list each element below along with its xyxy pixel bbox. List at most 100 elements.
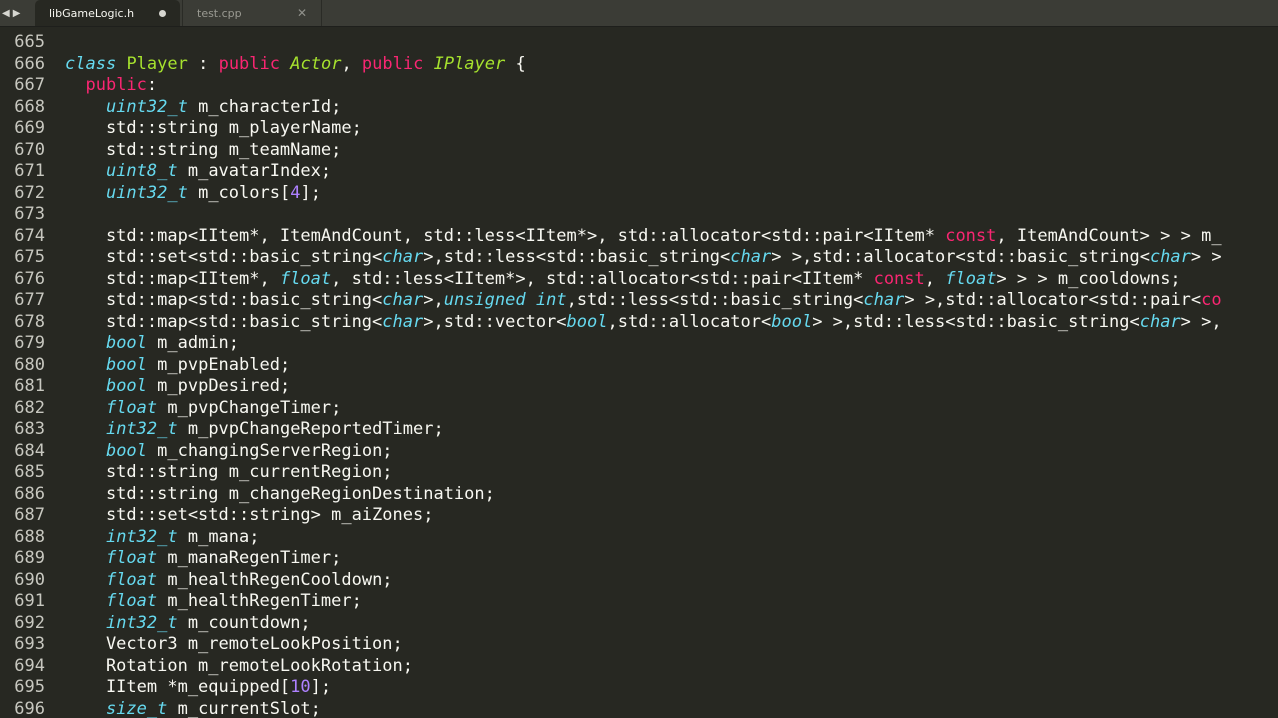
line-code: Rotation m_remoteLookRotation; <box>65 655 413 676</box>
line-number: 676 <box>14 268 45 289</box>
line-number: 689 <box>14 548 45 568</box>
line-number: 673 <box>14 204 45 224</box>
line-number: 679 <box>14 333 45 353</box>
line-number: 680 <box>14 354 45 375</box>
line-code: std::string m_teamName; <box>65 139 342 160</box>
line-code: std::map<std::basic_string<char>,unsigne… <box>65 290 1222 310</box>
code-line[interactable]: 688 int32_t m_mana; <box>0 527 1278 549</box>
code-line[interactable]: 682 float m_pvpChangeTimer; <box>0 398 1278 420</box>
line-number: 684 <box>14 440 45 461</box>
line-number: 668 <box>14 96 45 117</box>
line-code: std::set<std::basic_string<char>,std::le… <box>65 247 1222 267</box>
code-line[interactable]: 696 size_t m_currentSlot; <box>0 699 1278 718</box>
tab-close-button[interactable]: ✕ <box>297 0 307 26</box>
line-code: std::map<IItem*, float, std::less<IItem*… <box>65 268 1181 289</box>
line-number: 693 <box>14 634 45 654</box>
line-number: 687 <box>14 505 45 525</box>
code-line[interactable]: 674 std::map<IItem*, ItemAndCount, std::… <box>0 226 1278 248</box>
line-code: std::map<IItem*, ItemAndCount, std::less… <box>65 225 1222 246</box>
tab-nav: ◀ ▶ <box>0 4 28 22</box>
line-code: bool m_pvpDesired; <box>105 376 291 396</box>
tab-bar: ◀ ▶ libGameLogic.h test.cpp ✕ <box>0 0 1278 27</box>
tab-test-cpp[interactable]: test.cpp ✕ <box>182 0 322 26</box>
code-line[interactable]: 681 bool m_pvpDesired; <box>0 376 1278 398</box>
line-code: float m_healthRegenTimer; <box>105 591 362 611</box>
code-line[interactable]: 670 std::string m_teamName; <box>0 140 1278 162</box>
code-line[interactable]: 669 std::string m_playerName; <box>0 118 1278 140</box>
line-code: uint8_t m_avatarIndex; <box>105 161 332 181</box>
line-number: 696 <box>14 698 45 718</box>
line-number: 678 <box>14 311 45 332</box>
tab-label: libGameLogic.h <box>49 6 135 20</box>
code-line[interactable]: 692 int32_t m_countdown; <box>0 613 1278 635</box>
line-number: 675 <box>14 247 45 267</box>
code-line[interactable]: 686 std::string m_changeRegionDestinatio… <box>0 484 1278 506</box>
line-number: 677 <box>14 290 45 310</box>
code-line[interactable]: 690 float m_healthRegenCooldown; <box>0 570 1278 592</box>
tab-modified-indicator[interactable] <box>159 0 166 26</box>
line-code: std::string m_currentRegion; <box>65 462 393 482</box>
line-number: 690 <box>14 569 45 590</box>
code-line[interactable]: 694 Rotation m_remoteLookRotation; <box>0 656 1278 678</box>
line-code: class Player : public Actor, public IPla… <box>65 53 526 74</box>
code-line[interactable]: 667 public: <box>0 75 1278 97</box>
line-number: 665 <box>14 32 45 52</box>
line-number: 670 <box>14 139 45 160</box>
line-code: IItem *m_equipped[10]; <box>65 677 332 697</box>
line-code: bool m_pvpEnabled; <box>105 354 291 375</box>
code-line[interactable]: 678 std::map<std::basic_string<char>,std… <box>0 312 1278 334</box>
code-editor[interactable]: 664665666class Player : public Actor, pu… <box>0 26 1278 718</box>
code-line[interactable]: 676 std::map<IItem*, float, std::less<II… <box>0 269 1278 291</box>
code-line[interactable]: 685 std::string m_currentRegion; <box>0 462 1278 484</box>
line-code: public: <box>85 75 158 95</box>
code-line[interactable]: 684 bool m_changingServerRegion; <box>0 441 1278 463</box>
code-line[interactable]: 671 uint8_t m_avatarIndex; <box>0 161 1278 183</box>
line-code: bool m_changingServerRegion; <box>105 440 393 461</box>
line-code: std::string m_playerName; <box>65 118 362 138</box>
line-number: 686 <box>14 483 45 504</box>
line-number: 674 <box>14 225 45 246</box>
line-code: int32_t m_countdown; <box>105 612 311 633</box>
tab-libgamelogic[interactable]: libGameLogic.h <box>35 0 180 26</box>
line-number: 681 <box>14 376 45 396</box>
line-code: uint32_t m_colors[4]; <box>105 182 321 203</box>
triangle-right-icon[interactable]: ▶ <box>13 8 21 19</box>
line-number: 695 <box>14 677 45 697</box>
line-code: float m_healthRegenCooldown; <box>105 569 393 590</box>
line-number: 667 <box>14 75 45 95</box>
code-line[interactable]: 687 std::set<std::string> m_aiZones; <box>0 505 1278 527</box>
code-line[interactable]: 689 float m_manaRegenTimer; <box>0 548 1278 570</box>
line-code: float m_pvpChangeTimer; <box>105 397 342 418</box>
line-number: 688 <box>14 526 45 547</box>
close-icon: ✕ <box>296 6 307 20</box>
line-code: std::set<std::string> m_aiZones; <box>65 505 434 525</box>
line-code: std::map<std::basic_string<char>,std::ve… <box>65 311 1222 332</box>
line-code: uint32_t m_characterId; <box>105 96 342 117</box>
code-line[interactable]: 672 uint32_t m_colors[4]; <box>0 183 1278 205</box>
line-number: 672 <box>14 182 45 203</box>
code-line[interactable]: 665 <box>0 32 1278 54</box>
triangle-left-icon[interactable]: ◀ <box>2 8 10 19</box>
tab-label: test.cpp <box>197 6 242 20</box>
line-code: int32_t m_pvpChangeReportedTimer; <box>105 419 444 439</box>
line-code: Vector3 m_remoteLookPosition; <box>65 634 403 654</box>
code-line[interactable]: 666 class Player : public Actor, public I… <box>0 54 1278 76</box>
line-code: size_t m_currentSlot; <box>105 698 321 718</box>
code-line[interactable]: 683 int32_t m_pvpChangeReportedTimer; <box>0 419 1278 441</box>
code-line[interactable]: 691 float m_healthRegenTimer; <box>0 591 1278 613</box>
code-line[interactable]: 675 std::set<std::basic_string<char>,std… <box>0 247 1278 269</box>
line-number: 671 <box>14 161 45 181</box>
code-line[interactable]: 677 std::map<std::basic_string<char>,uns… <box>0 290 1278 312</box>
code-line[interactable]: 668 uint32_t m_characterId; <box>0 97 1278 119</box>
code-line[interactable]: 680 bool m_pvpEnabled; <box>0 355 1278 377</box>
code-line[interactable]: 679 bool m_admin; <box>0 333 1278 355</box>
line-number: 682 <box>14 397 45 418</box>
code-line[interactable]: 695 IItem *m_equipped[10]; <box>0 677 1278 699</box>
line-number: 683 <box>14 419 45 439</box>
code-lines: 664665666class Player : public Actor, pu… <box>0 26 1278 718</box>
line-number: 694 <box>14 655 45 676</box>
line-number: 692 <box>14 612 45 633</box>
code-line[interactable]: 673 <box>0 204 1278 226</box>
line-number: 685 <box>14 462 45 482</box>
code-line[interactable]: 693 Vector3 m_remoteLookPosition; <box>0 634 1278 656</box>
